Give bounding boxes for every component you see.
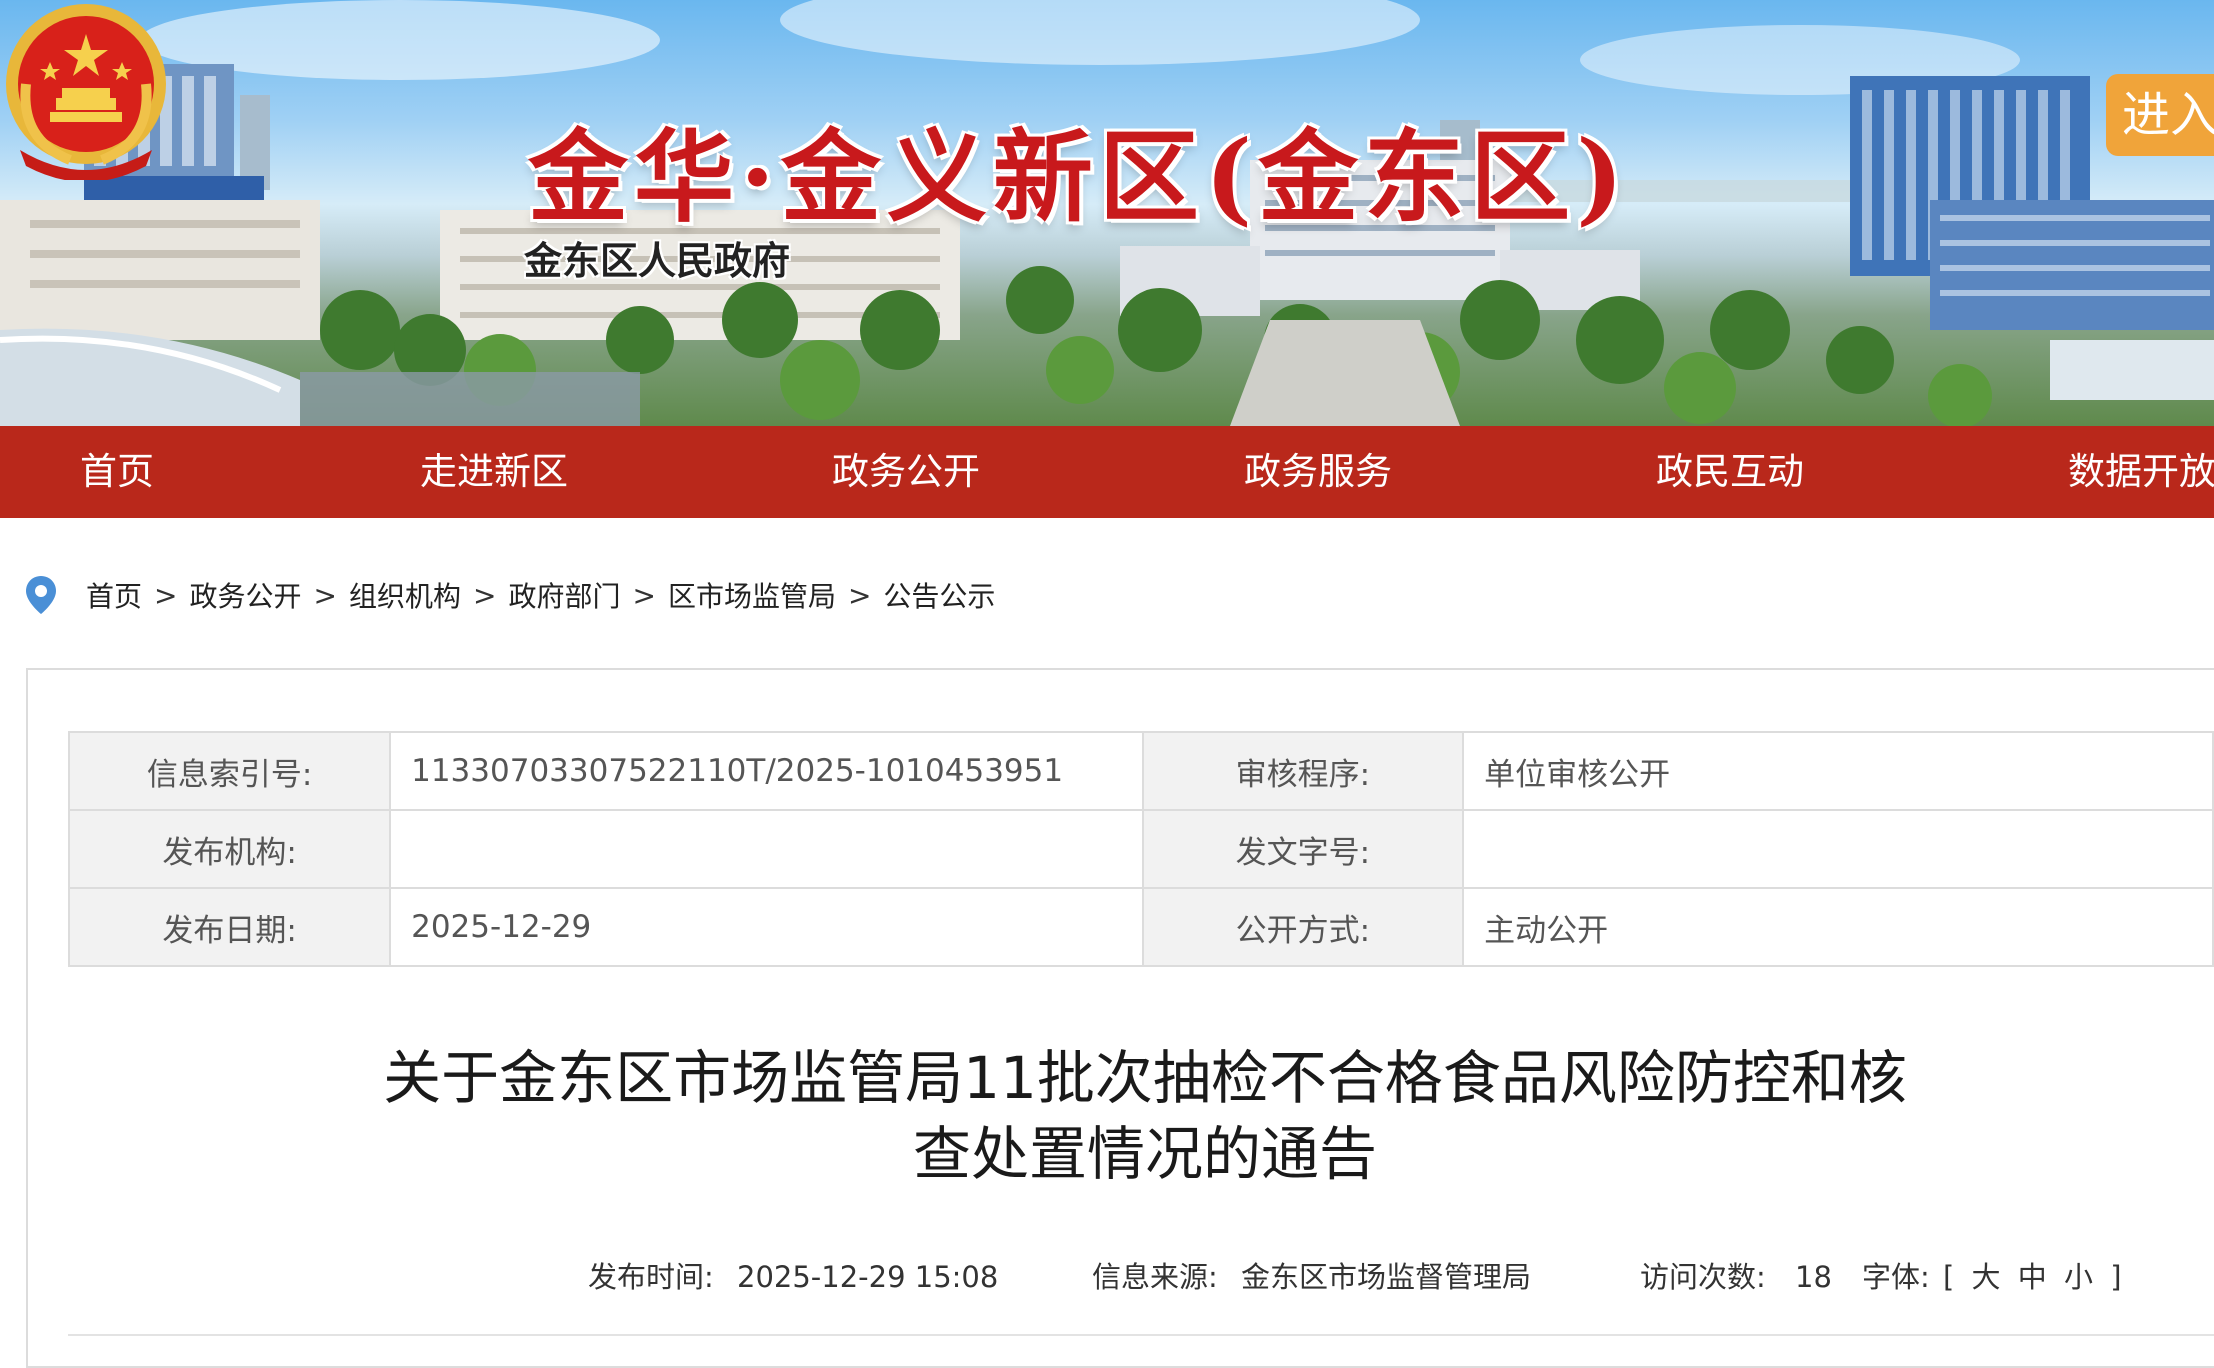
review-procedure-label: 审核程序: — [1141, 731, 1465, 811]
divider — [68, 1334, 2214, 1336]
document-number-value — [1462, 809, 2214, 889]
table-row: 信息索引号: 11330703307522110T/2025-101045395… — [67, 731, 2214, 811]
nav-item-gov-affairs[interactable]: 政务公开 — [832, 426, 980, 518]
breadcrumb-separator: > — [472, 578, 497, 612]
info-source: 信息来源: 金东区市场监督管理局 — [1092, 1254, 1531, 1296]
nav-item-gov-services[interactable]: 政务服务 — [1244, 426, 1392, 518]
breadcrumb-separator: > — [154, 578, 178, 612]
main-nav: 首页 走进新区 政务公开 政务服务 政民互动 数据开放 — [0, 426, 2214, 518]
info-source-label: 信息来源: — [1092, 1260, 1218, 1294]
nav-item-interaction[interactable]: 政民互动 — [1656, 426, 1804, 518]
font-bracket-open: [ — [1943, 1260, 1955, 1294]
disclosure-method-value: 主动公开 — [1462, 887, 2214, 967]
font-size-control: 字体: [ 大 中 小 ] — [1862, 1254, 2126, 1296]
breadcrumb-separator: > — [847, 578, 872, 612]
location-pin-icon — [26, 576, 56, 614]
national-emblem-icon — [6, 4, 166, 180]
publishing-org-label: 发布机构: — [67, 809, 392, 889]
breadcrumb-separator: > — [632, 578, 656, 612]
visit-count-label: 访问次数: — [1640, 1260, 1766, 1294]
review-procedure-value: 单位审核公开 — [1462, 731, 2214, 811]
breadcrumb-home[interactable]: 首页 — [86, 575, 142, 615]
info-source-value: 金东区市场监督管理局 — [1241, 1260, 1532, 1294]
table-row: 发布机构: 发文字号: — [67, 809, 2214, 889]
index-number-value: 11330703307522110T/2025-1010453951 — [389, 731, 1144, 811]
breadcrumb-organization[interactable]: 组织机构 — [349, 575, 461, 615]
breadcrumb-announcements[interactable]: 公告公示 — [883, 575, 995, 615]
font-size-medium-button[interactable]: 中 — [2018, 1260, 2047, 1294]
font-size-label: 字体: — [1862, 1260, 1930, 1294]
breadcrumb-departments[interactable]: 政府部门 — [508, 575, 620, 615]
article-title-line: 查处置情况的通告 — [912, 1120, 1377, 1188]
document-number-label: 发文字号: — [1141, 809, 1465, 889]
publish-time-label: 发布时间: — [588, 1260, 714, 1294]
disclosure-method-label: 公开方式: — [1141, 887, 1465, 967]
enter-button[interactable]: 进入 — [2106, 74, 2214, 156]
article-title: 关于金东区市场监管局11批次抽检不合格食品风险防控和核 查处置情况的通告 — [280, 1040, 2010, 1192]
article-title-line: 关于金东区市场监管局11批次抽检不合格食品风险防控和核 — [383, 1044, 1907, 1112]
visit-count-value: 18 — [1795, 1260, 1832, 1294]
nav-item-open-data[interactable]: 数据开放 — [2068, 426, 2214, 518]
header-banner: 金华·金义新区(金东区) 金东区人民政府 进入 — [0, 0, 2214, 426]
font-size-large-button[interactable]: 大 — [1972, 1260, 2001, 1294]
breadcrumb: 首页 > 政务公开 > 组织机构 > 政府部门 > 区市场监管局 > 公告公示 — [24, 568, 995, 622]
document-metadata-table: 信息索引号: 11330703307522110T/2025-101045395… — [67, 731, 2214, 967]
nav-item-home[interactable]: 首页 — [80, 426, 154, 518]
publish-time-value: 2025-12-29 15:08 — [737, 1260, 999, 1294]
publishing-org-value — [389, 809, 1144, 889]
font-size-small-button[interactable]: 小 — [2064, 1260, 2093, 1294]
visit-count: 访问次数: 18 — [1640, 1254, 1832, 1296]
site-subtitle: 金东区人民政府 — [524, 239, 791, 283]
site-title: 金华·金义新区(金东区) — [528, 118, 1630, 236]
breadcrumb-gov-affairs[interactable]: 政务公开 — [189, 575, 301, 615]
publish-date-label: 发布日期: — [67, 887, 392, 967]
table-row: 发布日期: 2025-12-29 公开方式: 主动公开 — [67, 887, 2214, 967]
nav-item-about[interactable]: 走进新区 — [420, 426, 568, 518]
breadcrumb-separator: > — [313, 578, 337, 612]
publish-time: 发布时间: 2025-12-29 15:08 — [588, 1254, 998, 1296]
font-bracket-close: ] — [2110, 1260, 2122, 1294]
index-number-label: 信息索引号: — [67, 731, 392, 811]
breadcrumb-market-supervision[interactable]: 区市场监管局 — [668, 575, 836, 615]
publish-date-value: 2025-12-29 — [389, 887, 1144, 967]
